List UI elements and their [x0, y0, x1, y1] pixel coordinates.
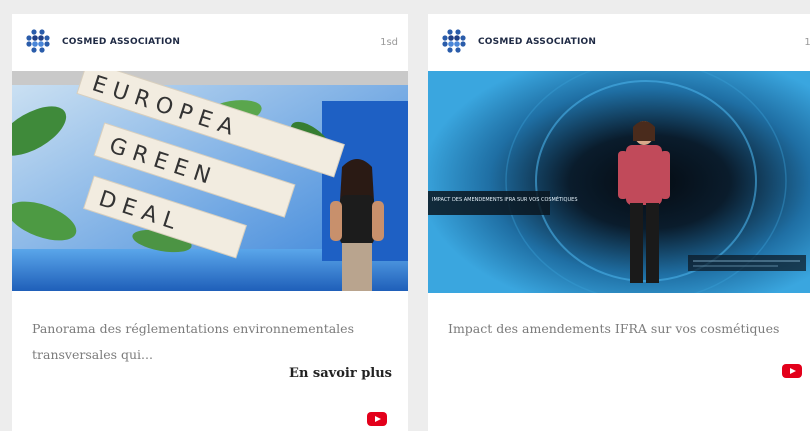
post-caption: Panorama des réglementations environneme…: [32, 321, 354, 362]
ifra-amendments-thumbnail: IMPACT DES AMENDEMENTS IFRA SUR VOS COSM…: [428, 71, 810, 293]
social-post-card-1[interactable]: COSMED ASSOCIATION 1sd EUROPEA GREEN DEA…: [12, 14, 408, 431]
video-thumbnail[interactable]: EUROPEA GREEN DEAL: [12, 71, 408, 291]
post-age: 1s: [804, 37, 810, 48]
video-thumbnail[interactable]: IMPACT DES AMENDEMENTS IFRA SUR VOS COSM…: [428, 71, 810, 293]
youtube-icon[interactable]: [782, 364, 802, 378]
cosmed-logo-icon: [25, 28, 51, 54]
cosmed-logo-icon: [441, 28, 467, 54]
social-post-card-2[interactable]: COSMED ASSOCIATION 1s IMPACT DES AMENDEM…: [428, 14, 810, 431]
youtube-icon[interactable]: [367, 412, 387, 426]
post-age: 1sd: [380, 37, 398, 48]
account-name[interactable]: COSMED ASSOCIATION: [478, 37, 596, 47]
account-name[interactable]: COSMED ASSOCIATION: [62, 37, 180, 47]
european-green-deal-thumbnail: EUROPEA GREEN DEAL: [12, 71, 408, 291]
card-gap: [408, 14, 428, 431]
read-more-link[interactable]: En savoir plus: [289, 366, 392, 381]
overlay-title-left: IMPACT DES AMENDEMENTS IFRA SUR VOS COSM…: [432, 195, 578, 203]
post-header: COSMED ASSOCIATION 1sd: [12, 14, 408, 72]
post-caption: Impact des amendements IFRA sur vos cosm…: [448, 321, 780, 336]
post-header: COSMED ASSOCIATION 1s: [428, 14, 810, 72]
